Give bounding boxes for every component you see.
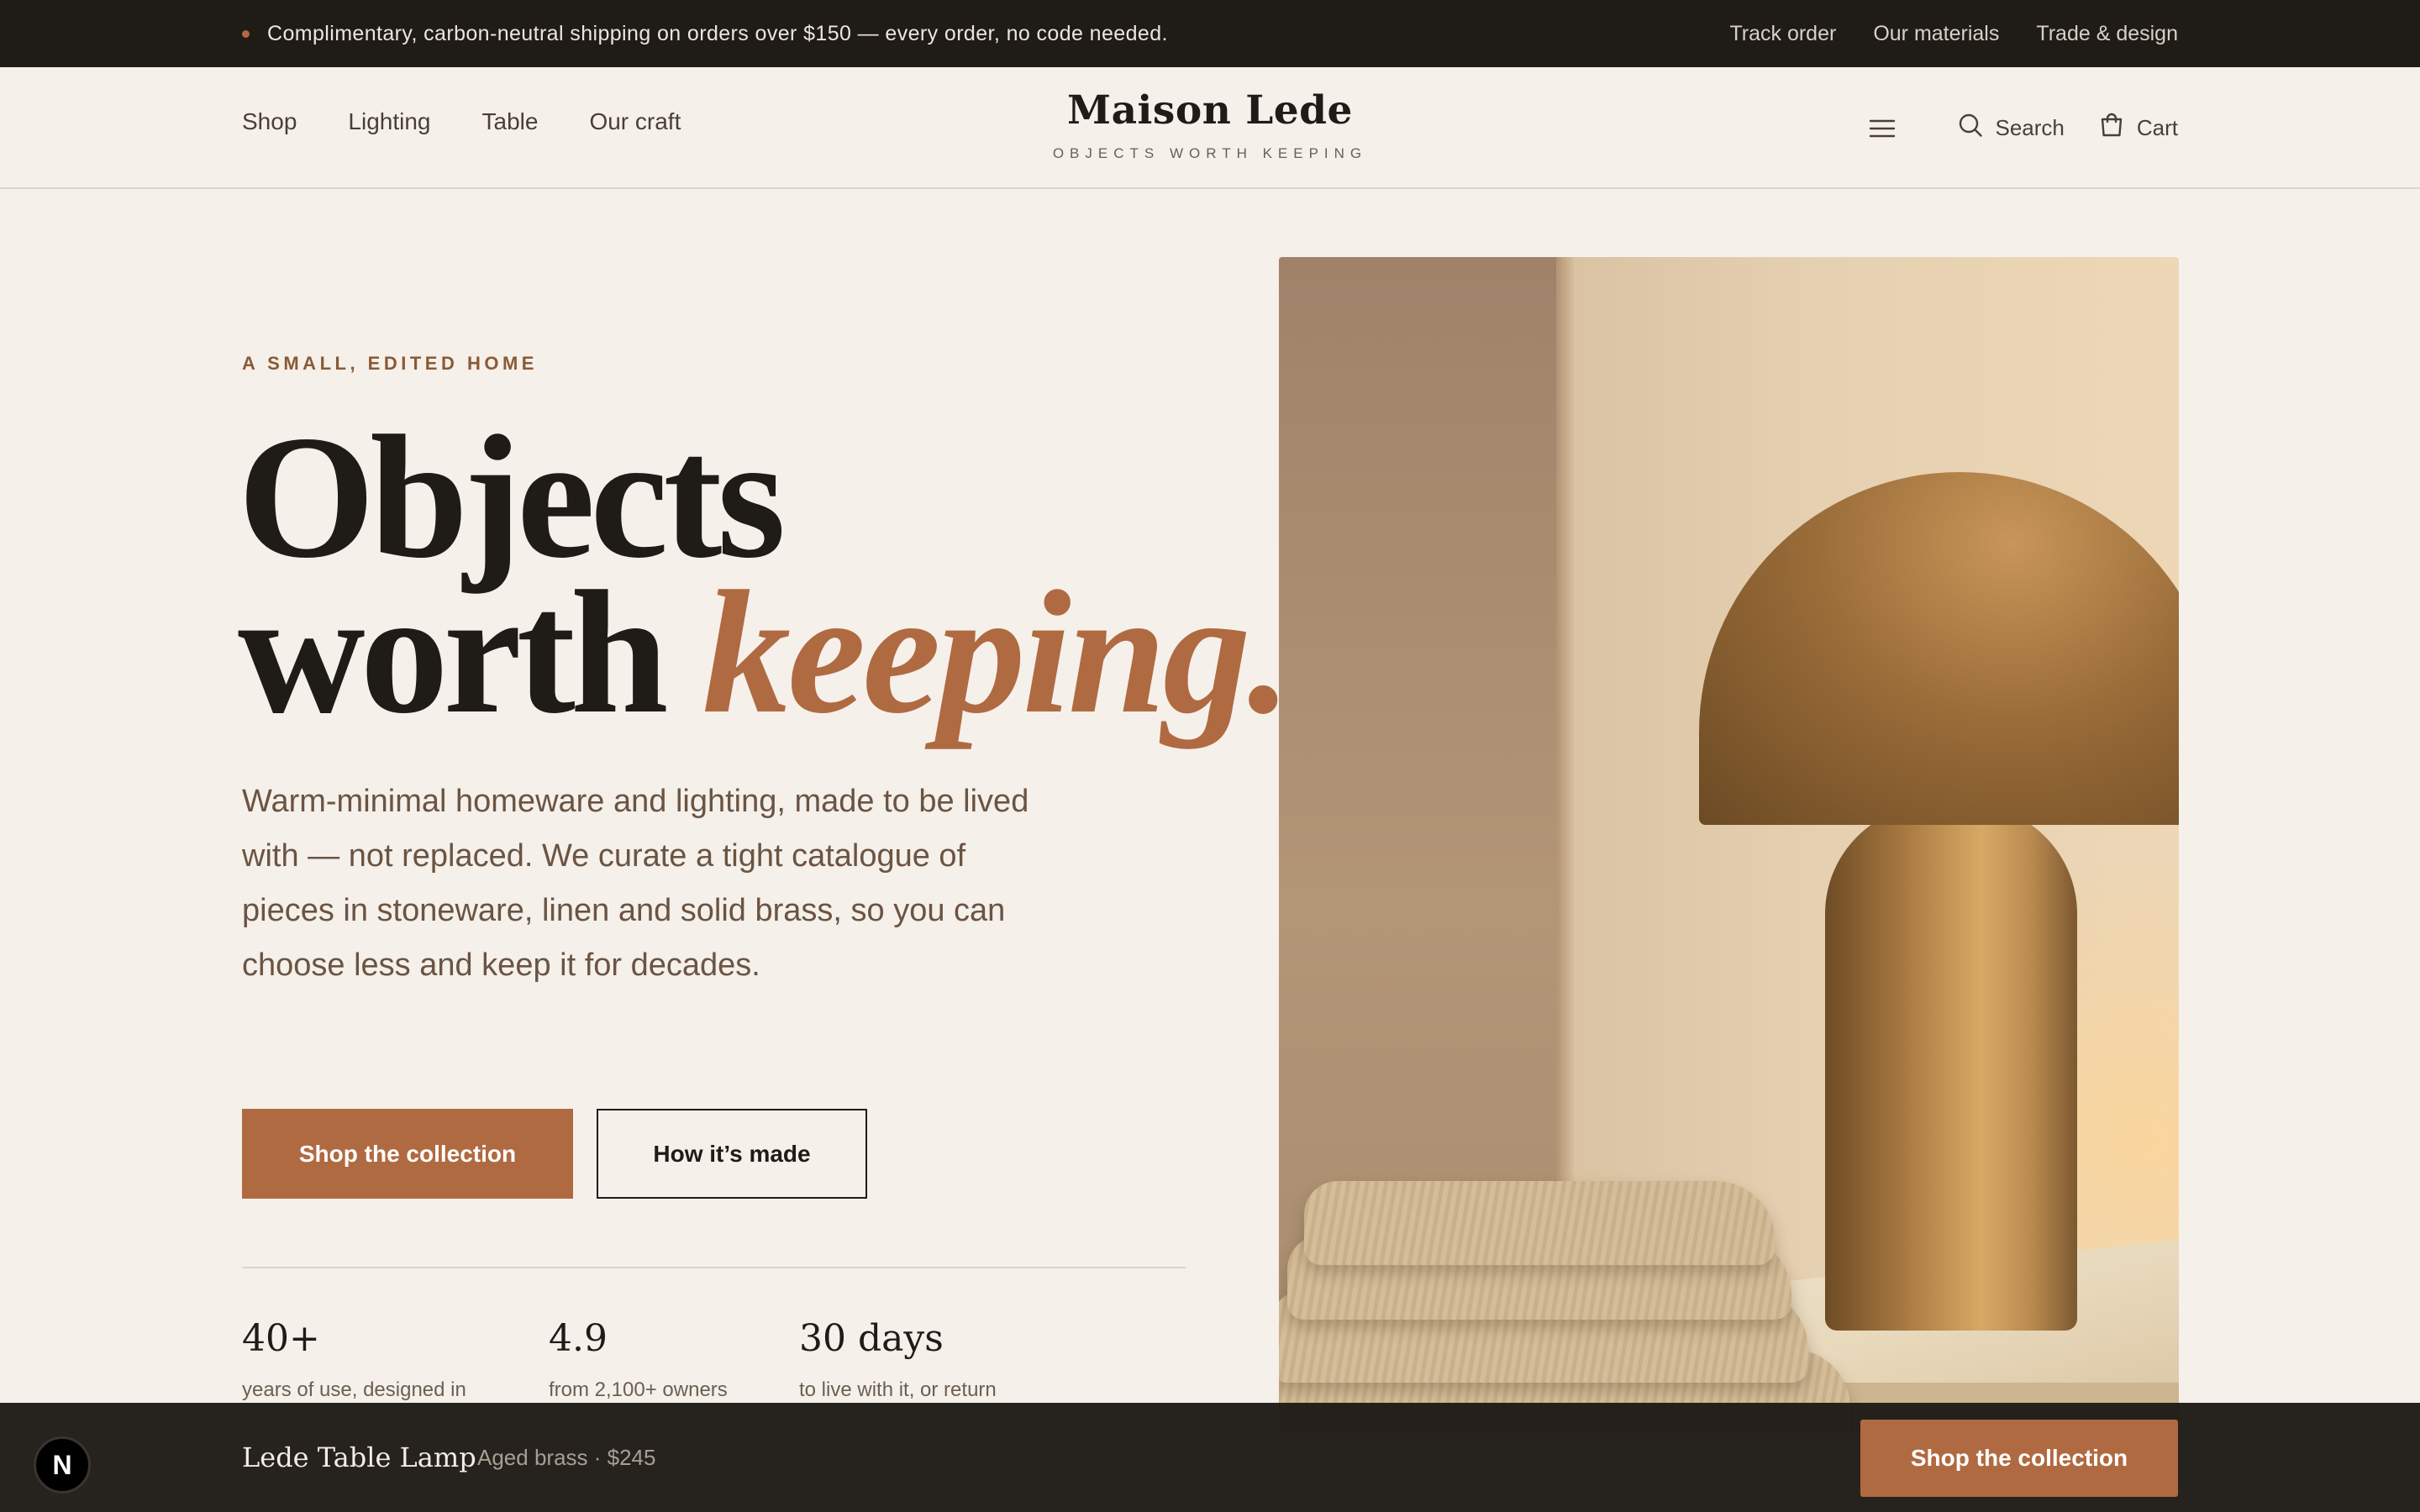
stat-value: 40+ [242, 1317, 320, 1360]
hero-headline: Objects worth keeping. [238, 409, 1292, 741]
trade-design-link[interactable]: Trade & design [2036, 22, 2178, 46]
image-lamp-shade [1699, 472, 2179, 825]
headline-line-2: worth [238, 555, 669, 750]
stat-returns: 30 days to live with it, or return [799, 1317, 997, 1402]
stat-label: from 2,100+ owners [549, 1378, 728, 1401]
cart-icon [2098, 112, 2125, 144]
hero-eyebrow: A SMALL, EDITED HOME [242, 353, 538, 374]
n-badge[interactable]: N [34, 1436, 91, 1494]
nav-lighting[interactable]: Lighting [348, 108, 430, 135]
cart-label: Cart [2136, 115, 2178, 140]
brand-name: Maison Lede [1067, 87, 1353, 134]
announcement-bar: Complimentary, carbon-neutral shipping o… [0, 0, 2420, 67]
search-button[interactable]: Search [1958, 113, 2065, 144]
stat-value: 30 days [799, 1317, 944, 1360]
brand-tagline: OBJECTS WORTH KEEPING [1052, 145, 1368, 161]
cart-button[interactable]: Cart [2098, 112, 2178, 144]
nav-table[interactable]: Table [482, 108, 539, 135]
header-actions: Search Cart [1869, 67, 2178, 189]
stat-label: years of use, designed in [242, 1378, 466, 1401]
menu-icon[interactable] [1869, 115, 1896, 142]
image-towel [1304, 1181, 1775, 1265]
nav-shop[interactable]: Shop [242, 108, 297, 135]
utility-nav: Track order Our materials Trade & design [1729, 0, 2178, 67]
announcement-dot [242, 30, 250, 38]
how-its-made-button[interactable]: How it’s made [597, 1109, 867, 1199]
main-nav: Shop Lighting Table Our craft [242, 67, 681, 176]
announcement-text: Complimentary, carbon-neutral shipping o… [267, 22, 1168, 45]
stat-value: 4.9 [549, 1317, 608, 1360]
site-header: Shop Lighting Table Our craft Maison Led… [0, 67, 2420, 189]
stat-rating: 4.9 from 2,100+ owners [549, 1317, 728, 1402]
brand-logo[interactable]: Maison Lede OBJECTS WORTH KEEPING [1042, 87, 1378, 162]
sticky-product-bar: N Lede Table Lamp Aged brass · $245 Shop… [0, 1403, 2420, 1512]
sticky-product-meta: Aged brass · $245 [477, 1445, 656, 1470]
image-lamp-base [1825, 805, 2077, 1331]
sticky-shop-button[interactable]: Shop the collection [1860, 1420, 2178, 1497]
stat-label: to live with it, or return [799, 1378, 997, 1401]
stat-years: 40+ years of use, designed in [242, 1317, 466, 1402]
search-icon [1958, 113, 1983, 144]
track-order-link[interactable]: Track order [1729, 22, 1836, 46]
headline-accent: keeping. [702, 555, 1292, 750]
hero-product-image [1279, 257, 2179, 1433]
stats-divider [242, 1267, 1186, 1268]
nav-our-craft[interactable]: Our craft [589, 108, 681, 135]
hero-description: Warm-minimal homeware and lighting, made… [242, 784, 1029, 983]
search-label: Search [1995, 115, 2065, 140]
sticky-product-name: Lede Table Lamp [242, 1441, 476, 1473]
shop-collection-button[interactable]: Shop the collection [242, 1109, 573, 1199]
our-materials-link[interactable]: Our materials [1873, 22, 1999, 46]
